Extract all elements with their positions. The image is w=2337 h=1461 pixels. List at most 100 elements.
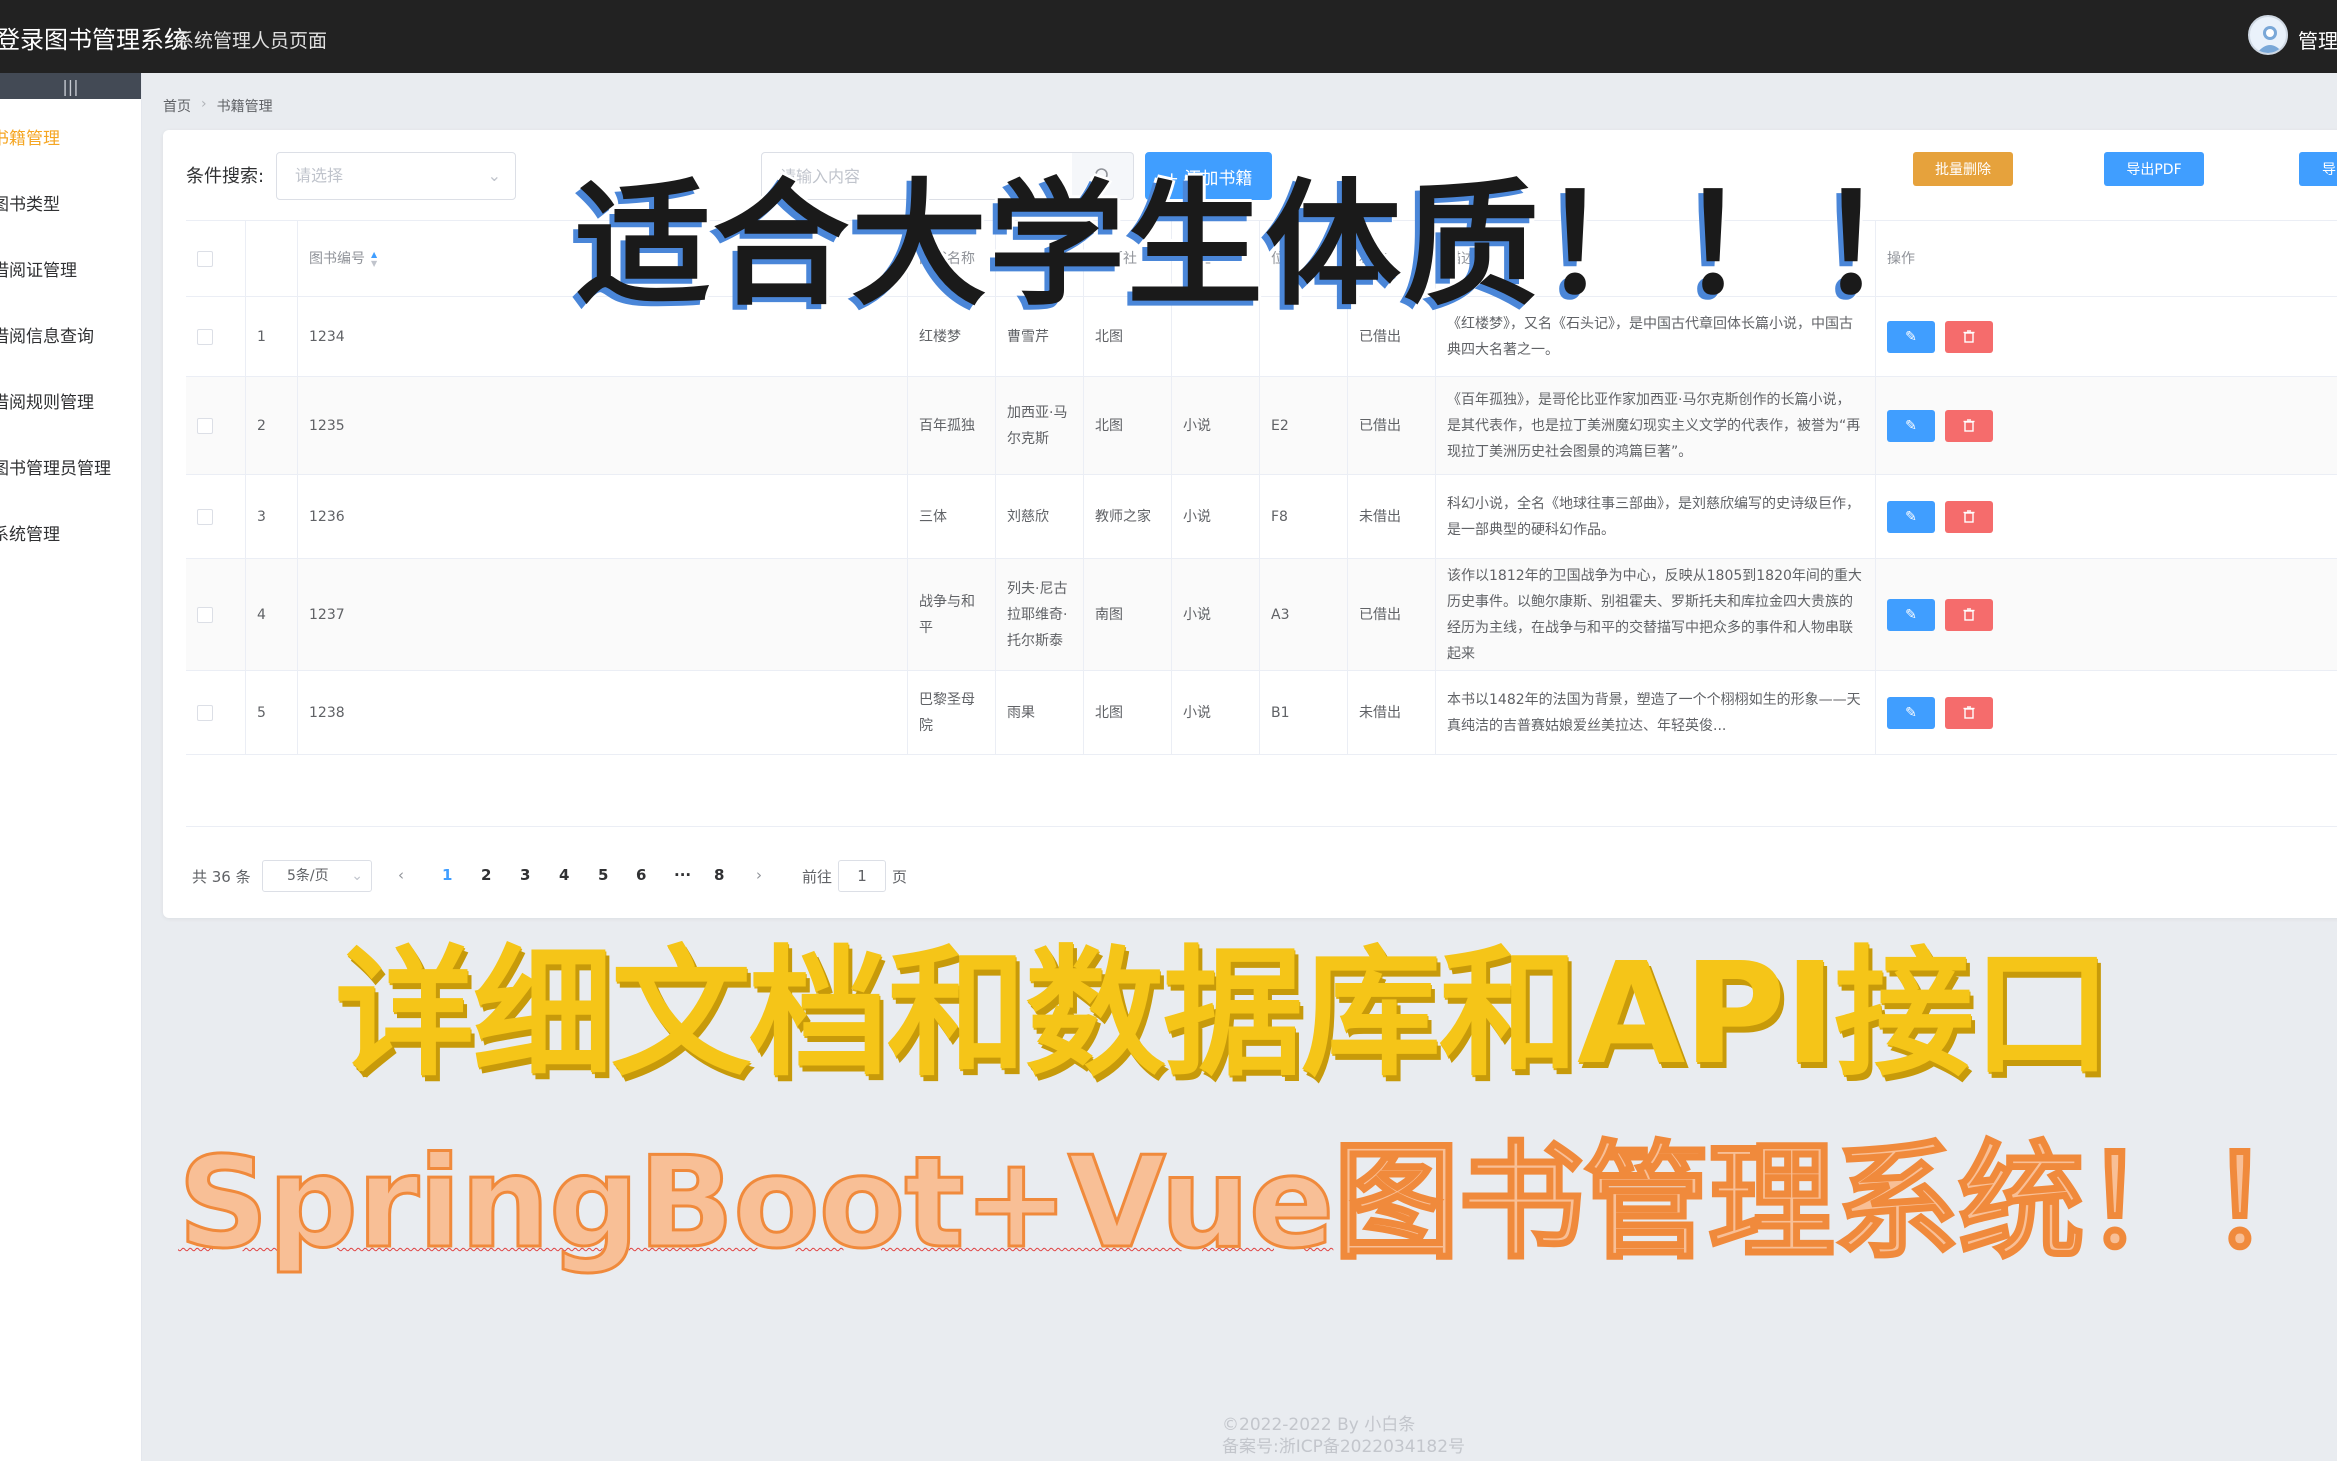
table-row[interactable]: 5 1238 巴黎圣母院 雨果 北图 小说 B1 未借出 本书以1482年的法国为背景，塑造了一… — [186, 671, 2337, 755]
page-number[interactable]: 2 — [481, 866, 491, 884]
next-page-icon[interactable]: › — [756, 866, 762, 884]
sidebar-item-7[interactable]: 系统管理 — [0, 499, 141, 565]
cell-index: 3 — [257, 508, 266, 525]
user-avatar-icon[interactable] — [2248, 15, 2288, 55]
sidebar-item-2[interactable]: 图书类型 — [0, 169, 141, 235]
cell-type: 小说 — [1183, 606, 1211, 623]
table-cell: 2 — [246, 377, 298, 474]
delete-button[interactable] — [1945, 598, 1993, 631]
table-cell: ✎ — [1876, 559, 2337, 670]
column-title: 图书编号 — [309, 250, 365, 267]
sidebar-item-6[interactable]: 图书管理员管理 — [0, 433, 141, 499]
sidebar-item-1[interactable]: 书籍管理 — [0, 103, 141, 169]
page-number[interactable]: 3 — [520, 866, 530, 884]
row-checkbox[interactable] — [197, 328, 213, 345]
table-cell: 小说 — [1172, 475, 1260, 558]
delete-button[interactable] — [1945, 500, 1993, 533]
export-more-button[interactable]: 导 — [2299, 152, 2337, 186]
table-row[interactable]: 4 1237 战争与和平 列夫·尼古拉耶维奇·托尔斯泰 南图 小说 A3 已借出 该作以1812… — [186, 559, 2337, 671]
export-pdf-label: 导出PDF — [2126, 162, 2182, 178]
cell-status: 已借出 — [1359, 328, 1401, 345]
edit-button[interactable]: ✎ — [1887, 320, 1935, 353]
row-checkbox[interactable] — [197, 606, 213, 623]
cell-desc: 《百年孤独》，是哥伦比亚作家加西亚·马尔克斯创作的长篇小说，是其代表作，也是拉丁… — [1447, 391, 1861, 460]
table-cell: 小说 — [1172, 559, 1260, 670]
sort-caret-icon[interactable]: ▲ ▼ — [371, 250, 377, 268]
edit-button[interactable]: ✎ — [1887, 409, 1935, 442]
table-cell: 小说 — [1172, 671, 1260, 754]
table-cell: 雨果 — [996, 671, 1084, 754]
edit-button[interactable]: ✎ — [1887, 696, 1935, 729]
table-cell: A3 — [1260, 559, 1348, 670]
page-number[interactable]: 8 — [714, 866, 724, 884]
sidebar-item-4[interactable]: 借阅信息查询 — [0, 301, 141, 367]
edit-button[interactable]: ✎ — [1887, 500, 1935, 533]
edit-icon: ✎ — [1905, 508, 1917, 525]
delete-button[interactable] — [1945, 409, 1993, 442]
cell-index: 2 — [257, 417, 266, 434]
table-cell — [186, 377, 246, 474]
breadcrumb-home[interactable]: 首页 — [163, 96, 191, 116]
table-cell — [186, 671, 246, 754]
page-number[interactable]: 5 — [598, 866, 608, 884]
edit-button[interactable]: ✎ — [1887, 598, 1935, 631]
cell-publisher: 南图 — [1095, 606, 1123, 623]
trash-icon — [1963, 706, 1975, 719]
table-cell: B1 — [1260, 671, 1348, 754]
cell-author: 雨果 — [1007, 704, 1035, 721]
goto-page-input[interactable]: 1 — [838, 860, 886, 892]
cell-author: 加西亚·马尔克斯 — [1007, 404, 1068, 447]
goto-label: 前往 — [802, 868, 833, 886]
row-checkbox[interactable] — [197, 704, 213, 721]
table-cell: 3 — [246, 475, 298, 558]
edit-icon: ✎ — [1905, 417, 1917, 434]
delete-button[interactable] — [1945, 696, 1993, 729]
prev-page-icon[interactable]: ‹ — [398, 866, 404, 884]
table-cell — [186, 475, 246, 558]
cell-desc: 科幻小说，全名《地球往事三部曲》，是刘慈欣编写的史诗级巨作，是一部典型的硬科幻作… — [1447, 495, 1860, 538]
user-name[interactable]: 管理 — [2298, 25, 2337, 54]
sidebar-item-5[interactable]: 借阅规则管理 — [0, 367, 141, 433]
row-checkbox[interactable] — [197, 508, 213, 525]
menu-collapse-icon[interactable]: ||| — [0, 73, 141, 99]
export-pdf-button[interactable]: 导出PDF — [2104, 152, 2204, 186]
table-cell: 1237 — [298, 559, 908, 670]
page-size-select[interactable]: 5条/页 ⌄ — [262, 860, 372, 892]
page-number[interactable]: 1 — [442, 866, 452, 884]
table-cell: F8 — [1260, 475, 1348, 558]
table-cell: 北图 — [1084, 377, 1172, 474]
table-row[interactable]: 2 1235 百年孤独 加西亚·马尔克斯 北图 小说 E2 已借出 《百年孤独》，是哥伦比亚作家… — [186, 377, 2337, 475]
cell-author: 曹雪芹 — [1007, 328, 1049, 345]
table-cell: 加西亚·马尔克斯 — [996, 377, 1084, 474]
overlay-tagline-system: 图书管理系统！！ — [1332, 1129, 2336, 1276]
table-cell: 1235 — [298, 377, 908, 474]
select-all-checkbox[interactable] — [197, 250, 213, 267]
sidebar-item-label: 借阅信息查询 — [0, 326, 94, 347]
app-subtitle: 系统管理人员页面 — [175, 30, 328, 52]
sidebar-item-3[interactable]: 借阅证管理 — [0, 235, 141, 301]
edit-icon: ✎ — [1905, 606, 1917, 623]
overlay-tagline-tech: SpringBoot+Vue — [176, 1129, 1335, 1276]
table-cell — [186, 559, 246, 670]
table-cell: 1238 — [298, 671, 908, 754]
table-header-cell — [186, 221, 246, 296]
cell-type: 小说 — [1183, 704, 1211, 721]
cell-index: 5 — [257, 704, 266, 721]
sidebar-item-label: 借阅规则管理 — [0, 392, 94, 413]
goto-page-suffix: 页 — [892, 868, 908, 886]
footer-icp[interactable]: 备案号:浙ICP备2022034182号 — [1222, 1436, 1465, 1458]
overlay-headline: 适合大学生体质！！！ — [575, 167, 1955, 325]
page-ellipsis[interactable]: ··· — [674, 866, 691, 884]
edit-icon: ✎ — [1905, 328, 1917, 345]
page-number[interactable]: 6 — [636, 866, 646, 884]
page-number[interactable]: 4 — [559, 866, 569, 884]
table-row[interactable]: 3 1236 三体 刘慈欣 教师之家 小说 F8 未借出 科幻小说，全名《地球往事三部曲》，是刘… — [186, 475, 2337, 559]
table-cell: ✎ — [1876, 377, 2337, 474]
row-checkbox[interactable] — [197, 417, 213, 434]
cell-id: 1235 — [309, 417, 345, 434]
delete-button[interactable] — [1945, 320, 1993, 353]
table-cell: E2 — [1260, 377, 1348, 474]
table-cell: 已借出 — [1348, 559, 1436, 670]
cell-loc: E2 — [1271, 417, 1289, 434]
condition-select[interactable]: 请选择 ⌄ — [276, 152, 516, 200]
